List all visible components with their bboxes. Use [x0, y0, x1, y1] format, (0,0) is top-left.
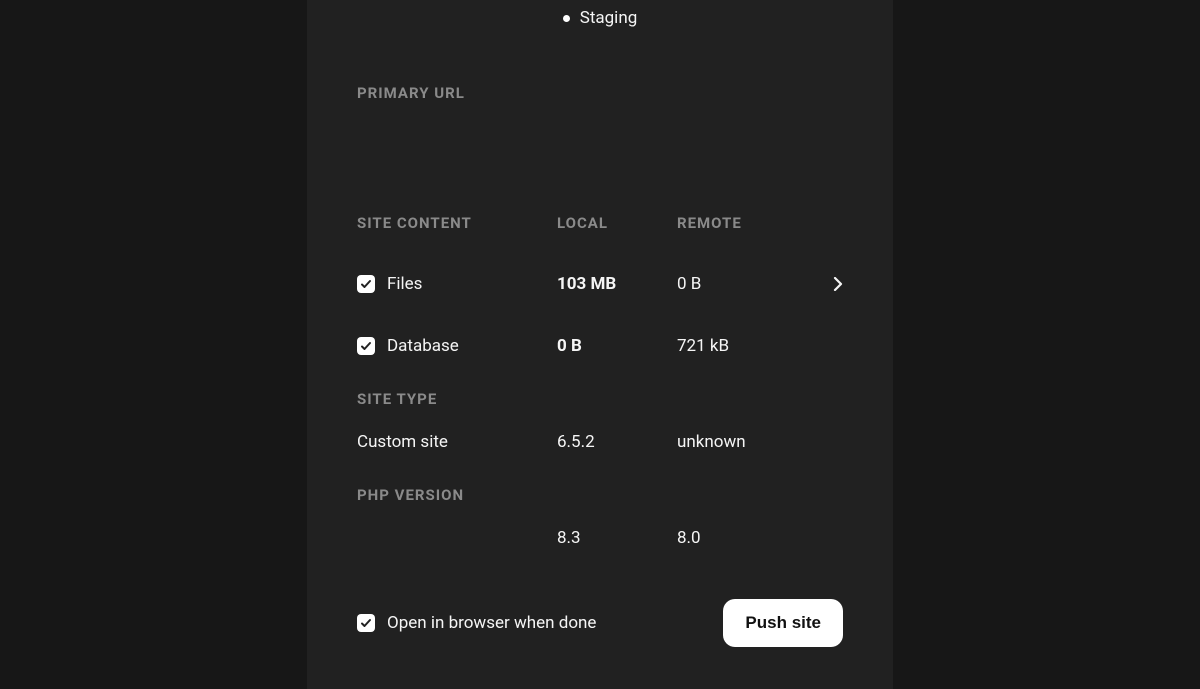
php-remote: 8.0 [677, 528, 813, 548]
content-header-row: SITE CONTENT LOCAL REMOTE [357, 102, 843, 232]
files-label: Files [387, 274, 422, 294]
site-type-remote: unknown [677, 432, 813, 452]
row-site-type: Custom site 6.5.2 unknown [357, 408, 843, 452]
row-php-version: 8.3 8.0 [357, 504, 843, 548]
database-local: 0 B [557, 336, 677, 356]
environment-indicator-icon [563, 15, 570, 22]
column-remote: REMOTE [677, 214, 813, 232]
open-browser-label: Open in browser when done [387, 613, 596, 633]
files-local: 103 MB [557, 274, 677, 294]
check-icon [360, 617, 372, 629]
database-remote: 721 kB [677, 336, 813, 356]
section-site-type: SITE TYPE [357, 356, 843, 408]
site-type-label: Custom site [357, 432, 557, 452]
push-site-panel: Staging PRIMARY URL SITE CONTENT LOCAL R… [307, 0, 893, 689]
row-database: Database 0 B 721 kB [357, 294, 843, 356]
checkbox-open-browser[interactable] [357, 614, 375, 632]
section-php-version: PHP VERSION [357, 452, 843, 504]
checkbox-database[interactable] [357, 337, 375, 355]
files-expand[interactable] [813, 277, 843, 291]
files-remote: 0 B [677, 274, 813, 294]
database-label: Database [387, 336, 459, 356]
environment-label: Staging [580, 8, 638, 28]
section-site-content: SITE CONTENT [357, 214, 557, 232]
check-icon [360, 340, 372, 352]
checkbox-files[interactable] [357, 275, 375, 293]
panel-footer: Open in browser when done Push site [357, 599, 843, 647]
row-files: Files 103 MB 0 B [357, 232, 843, 294]
chevron-right-icon [833, 277, 843, 291]
section-primary-url: PRIMARY URL [357, 28, 843, 102]
site-type-local: 6.5.2 [557, 432, 677, 452]
column-local: LOCAL [557, 214, 677, 232]
push-site-button[interactable]: Push site [723, 599, 843, 647]
check-icon [360, 278, 372, 290]
environment-row: Staging [357, 8, 843, 28]
php-local: 8.3 [557, 528, 677, 548]
